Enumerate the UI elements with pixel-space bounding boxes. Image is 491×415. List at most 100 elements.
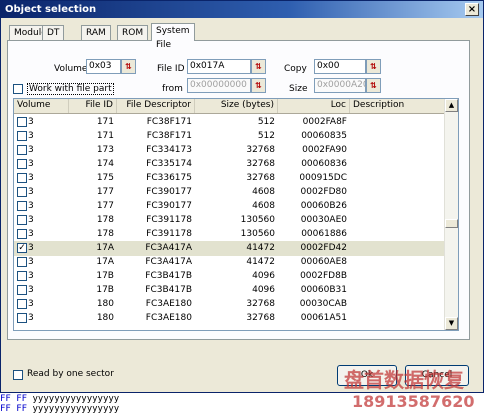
cell-description xyxy=(353,185,443,200)
close-button[interactable]: × xyxy=(465,3,479,16)
column-file-descriptor[interactable]: File Descriptor xyxy=(117,99,195,113)
row-checkbox[interactable] xyxy=(17,271,27,281)
cell-description xyxy=(353,213,443,228)
cell-size: 4608 xyxy=(252,201,275,211)
column-loc[interactable]: Loc xyxy=(278,99,350,113)
table-row[interactable]: 3 17B FC3B417B 4096 00060B31 xyxy=(14,283,446,298)
tab-system-file[interactable]: System File xyxy=(151,23,195,50)
cell-description xyxy=(353,115,443,130)
row-checkbox[interactable] xyxy=(17,201,27,211)
hex-bytes: FF FF xyxy=(0,404,28,414)
cell-loc: 0002FA8F xyxy=(302,117,347,127)
row-checkbox[interactable] xyxy=(17,313,27,323)
scroll-up-icon[interactable]: ▲ xyxy=(445,99,458,112)
cell-volume: 3 xyxy=(28,131,34,141)
cell-description xyxy=(353,227,443,242)
row-checkbox[interactable] xyxy=(17,159,27,169)
table-row[interactable]: 3 180 FC3AE180 32768 00061A51 xyxy=(14,311,446,326)
row-checkbox[interactable] xyxy=(17,215,27,225)
cell-file-descriptor: FC3AE180 xyxy=(145,299,192,309)
cell-volume: 3 xyxy=(28,271,34,281)
tab-ram[interactable]: RAM xyxy=(81,25,111,40)
scroll-thumb[interactable] xyxy=(445,219,458,228)
row-checkbox[interactable]: ✓ xyxy=(17,243,27,253)
size-spin-icon[interactable]: ⇅ xyxy=(366,78,381,93)
cell-size: 4096 xyxy=(252,285,275,295)
work-with-file-part-checkbox[interactable] xyxy=(13,84,23,94)
cell-size: 512 xyxy=(257,131,275,141)
row-checkbox[interactable] xyxy=(17,299,27,309)
table-row[interactable]: 3 177 FC390177 4608 0002FD80 xyxy=(14,185,446,200)
cell-loc: 00060B31 xyxy=(300,285,347,295)
volume-label: Volume xyxy=(54,64,88,74)
from-spin-icon[interactable]: ⇅ xyxy=(251,78,266,93)
cell-description xyxy=(353,143,443,158)
row-checkbox[interactable] xyxy=(17,257,27,267)
table-row[interactable]: ✓ 3 17A FC3A417A 41472 0002FD42 xyxy=(14,241,446,256)
scroll-down-icon[interactable]: ▼ xyxy=(445,317,458,330)
column-size[interactable]: Size (bytes) xyxy=(195,99,278,113)
row-checkbox[interactable] xyxy=(17,117,27,127)
tab-rom[interactable]: ROM xyxy=(117,25,149,40)
cell-volume: 3 xyxy=(28,145,34,155)
tab-dt[interactable]: DT xyxy=(42,25,65,40)
cell-volume: 3 xyxy=(28,313,34,323)
cell-file-descriptor: FC3AE180 xyxy=(145,313,192,323)
cell-file-descriptor: FC390177 xyxy=(146,201,192,211)
hex-ascii: yyyyyyyyyyyyyyyy xyxy=(32,404,120,414)
cell-volume: 3 xyxy=(28,173,34,183)
row-checkbox[interactable] xyxy=(17,285,27,295)
table-row[interactable]: 3 171 FC38F171 512 00060835 xyxy=(14,129,446,144)
table-row[interactable]: 3 175 FC336175 32768 000915DC xyxy=(14,171,446,186)
cell-file-descriptor: FC391178 xyxy=(146,229,192,239)
table-row[interactable]: 3 178 FC391178 130560 00061886 xyxy=(14,227,446,242)
cell-file-id: 180 xyxy=(96,299,114,309)
object-selection-dialog: Object selection × Module DT RAM ROM Sys… xyxy=(0,0,484,393)
volume-field[interactable]: 0x03 xyxy=(86,59,121,74)
column-volume[interactable]: Volume xyxy=(14,99,69,113)
vertical-scrollbar[interactable]: ▲ ▼ xyxy=(444,99,458,330)
from-label: from xyxy=(162,84,183,94)
read-by-sector-checkbox[interactable] xyxy=(13,370,23,380)
cell-file-id: 17B xyxy=(96,285,114,295)
table-row[interactable]: 3 180 FC3AE180 32768 00030CAB xyxy=(14,297,446,312)
copy-spin-icon[interactable]: ⇅ xyxy=(366,59,381,74)
cell-size: 41472 xyxy=(246,243,275,253)
cell-loc: 00030CAB xyxy=(299,299,347,309)
row-checkbox[interactable] xyxy=(17,229,27,239)
cell-size: 512 xyxy=(257,117,275,127)
column-file-id[interactable]: File ID xyxy=(69,99,117,113)
file-id-field[interactable]: 0x017A xyxy=(187,59,251,74)
cell-file-descriptor: FC3B417B xyxy=(145,271,192,281)
cell-file-descriptor: FC334173 xyxy=(146,145,192,155)
table-row[interactable]: 3 17A FC3A417A 41472 00060AE8 xyxy=(14,255,446,270)
from-field[interactable]: 0x00000000 xyxy=(187,78,251,93)
row-checkbox[interactable] xyxy=(17,145,27,155)
cell-volume: 3 xyxy=(28,159,34,169)
file-list[interactable]: Volume File ID File Descriptor Size (byt… xyxy=(13,98,459,331)
table-row[interactable]: 3 173 FC334173 32768 0002FA90 xyxy=(14,143,446,158)
row-checkbox[interactable] xyxy=(17,131,27,141)
row-checkbox[interactable] xyxy=(17,173,27,183)
cell-size: 130560 xyxy=(240,229,275,239)
column-description[interactable]: Description xyxy=(350,99,446,113)
file-id-spin-icon[interactable]: ⇅ xyxy=(251,59,266,74)
table-row[interactable]: 3 171 FC38F171 512 0002FA8F xyxy=(14,115,446,130)
read-by-sector-label: Read by one sector xyxy=(27,369,114,379)
size-field[interactable]: 0x0000A200 xyxy=(314,78,374,93)
cell-loc: 0002FD80 xyxy=(300,187,347,197)
cell-file-id: 178 xyxy=(96,215,114,225)
cell-file-id: 17A xyxy=(96,243,114,253)
row-checkbox[interactable] xyxy=(17,187,27,197)
volume-spin-icon[interactable]: ⇅ xyxy=(121,59,136,74)
cell-file-descriptor: FC335174 xyxy=(146,159,192,169)
title-bar[interactable]: Object selection × xyxy=(1,1,483,18)
cell-file-id: 17B xyxy=(96,271,114,281)
cell-size: 32768 xyxy=(246,145,275,155)
table-row[interactable]: 3 177 FC390177 4608 00060B26 xyxy=(14,199,446,214)
table-row[interactable]: 3 178 FC391178 130560 00030AE0 xyxy=(14,213,446,228)
table-row[interactable]: 3 174 FC335174 32768 00060836 xyxy=(14,157,446,172)
copy-field[interactable]: 0x00 xyxy=(314,59,366,74)
cell-file-descriptor: FC3B417B xyxy=(145,285,192,295)
table-row[interactable]: 3 17B FC3B417B 4096 0002FD8B xyxy=(14,269,446,284)
